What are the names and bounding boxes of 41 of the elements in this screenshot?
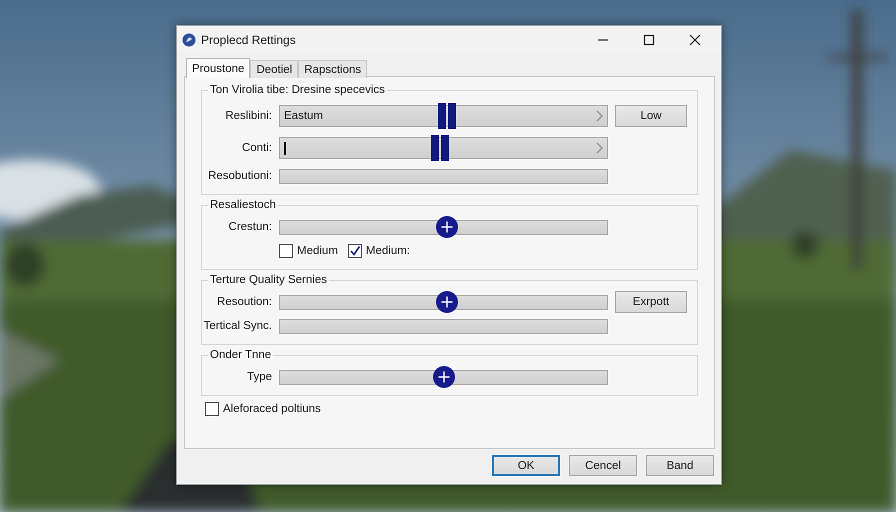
empty-field[interactable] xyxy=(279,168,608,184)
tab[interactable]: Proustone xyxy=(186,58,250,78)
checkbox-label: Medium: xyxy=(366,245,410,257)
setting-label: Resoution: xyxy=(216,296,272,308)
group-title: Terture Quality Sernies xyxy=(209,274,328,286)
tab[interactable]: Rapsctions xyxy=(298,60,368,78)
slider-thumb[interactable] xyxy=(436,291,458,313)
setting-label: Tertical Sync. xyxy=(202,320,272,332)
setting-label: Conti: xyxy=(240,142,272,154)
option-button[interactable]: Exrpott xyxy=(615,291,687,313)
text-cursor-icon xyxy=(284,142,286,154)
close-icon[interactable] xyxy=(689,34,701,46)
checkbox[interactable] xyxy=(348,244,362,258)
group-title: Onder Tnne xyxy=(209,349,272,361)
maximize-icon[interactable] xyxy=(643,34,655,46)
slider-field[interactable] xyxy=(279,137,608,159)
group-title: Ton Virolia tibe: Dresine specevics xyxy=(209,84,386,96)
checkbox[interactable] xyxy=(279,244,293,258)
app-icon xyxy=(182,32,196,46)
tab[interactable]: Deotiel xyxy=(250,60,298,78)
dialog-button[interactable]: Cencel xyxy=(569,455,637,476)
dialog-button[interactable]: OK xyxy=(492,455,560,476)
setting-label: Resobutioni: xyxy=(207,170,272,182)
checkbox-label: Aleforaced poltiuns xyxy=(223,403,321,415)
slider-field[interactable]: Eastum xyxy=(279,105,608,127)
chevron-right-icon xyxy=(595,142,603,154)
slider-thumb[interactable] xyxy=(431,135,450,161)
chevron-right-icon xyxy=(595,110,603,122)
setting-label: Crestun: xyxy=(228,221,272,233)
slider-thumb[interactable] xyxy=(438,103,456,129)
slider-thumb[interactable] xyxy=(436,216,458,238)
setting-label: Reslibini: xyxy=(224,110,272,122)
checkbox-label: Medium xyxy=(297,245,338,257)
group-title: Resaliestoch xyxy=(209,199,277,211)
option-button[interactable]: Low xyxy=(615,105,687,127)
slider-thumb[interactable] xyxy=(432,366,454,388)
empty-field[interactable] xyxy=(279,318,608,334)
setting-label: Type xyxy=(246,371,272,383)
checkbox[interactable] xyxy=(205,402,219,416)
window-title: Proplecd Rettings xyxy=(201,32,296,46)
dialog-button[interactable]: Band xyxy=(646,455,714,476)
